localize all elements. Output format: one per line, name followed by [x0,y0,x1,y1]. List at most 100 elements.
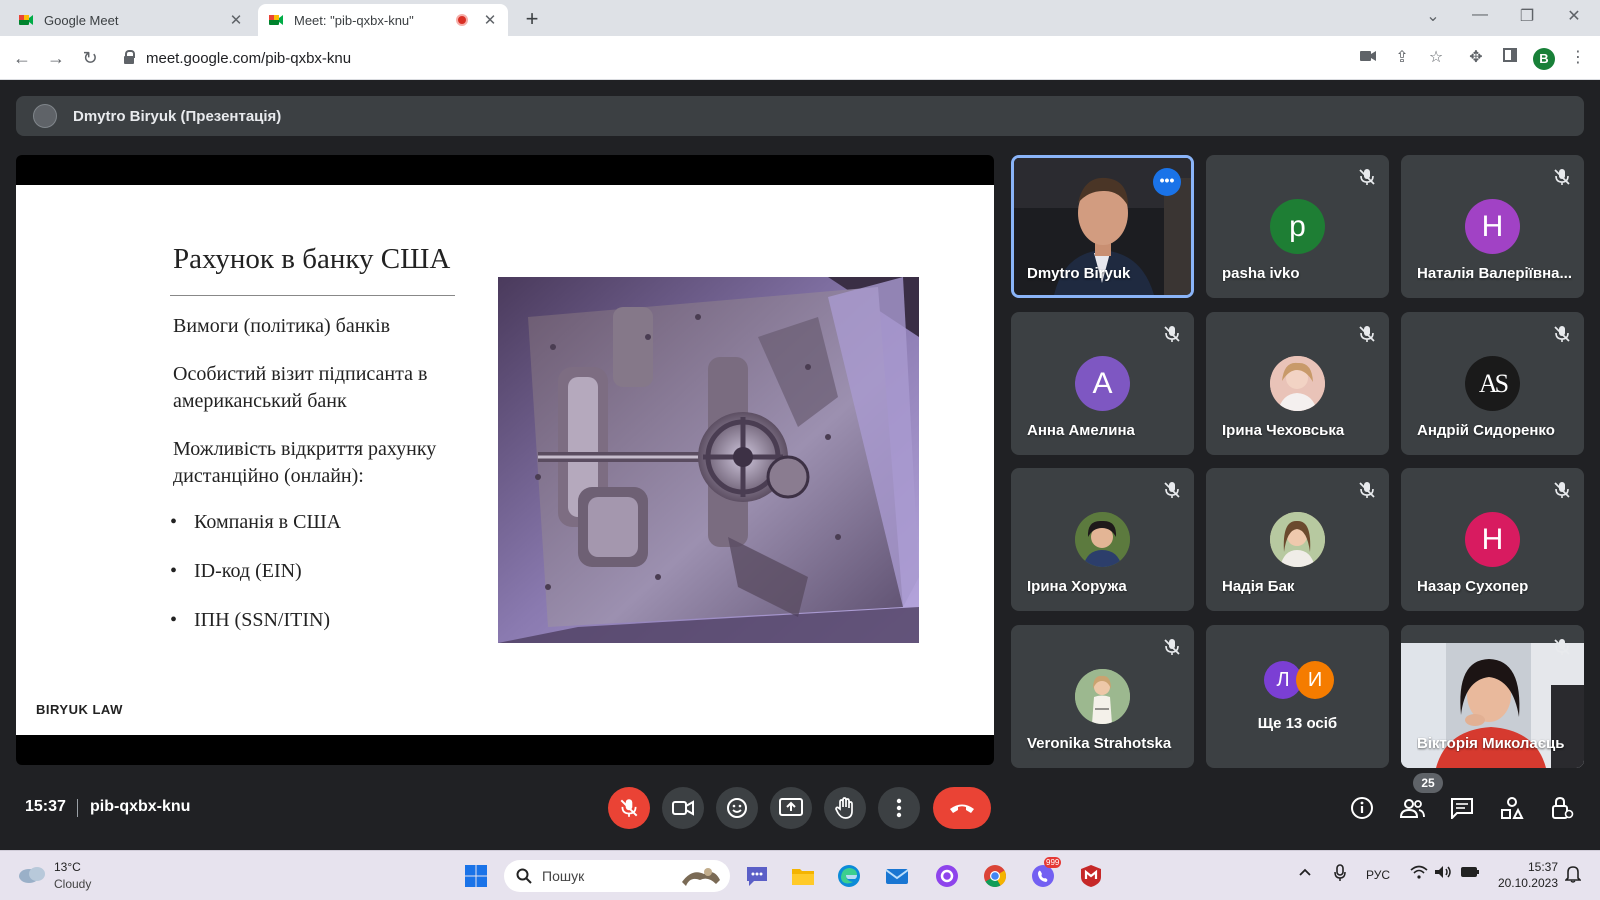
present-now-button[interactable] [770,787,812,829]
other-participants-avatars: Л И [1264,661,1334,699]
clock-date: 20.10.2023 [1497,876,1558,890]
participant-name: Анна Амелина [1027,422,1135,439]
mail-icon[interactable] [884,863,910,889]
forward-arrow-icon[interactable]: → [44,46,68,70]
recording-indicator-icon [456,14,468,26]
participant-tile[interactable]: Надія Бак [1206,468,1389,611]
lock-icon [124,50,135,64]
presentation-header: Dmytro Biryuk (Презентація) [16,96,1584,136]
tab-google-meet[interactable]: Google Meet ✕ [8,4,254,36]
teams-chat-icon[interactable] [744,863,770,889]
host-controls-button[interactable] [1549,795,1575,821]
minimize-window-button[interactable]: — [1465,6,1495,24]
viber-icon[interactable]: 999 [1030,857,1062,889]
avatar [1075,669,1130,724]
activities-button[interactable] [1499,795,1525,821]
participant-tile[interactable]: AS Андрій Сидоренко [1401,312,1584,455]
url-omnibox[interactable]: meet.google.com/pib-qxbx-knu [112,42,1312,74]
mic-muted-icon [1162,637,1182,657]
mic-muted-icon [1552,167,1572,187]
slide-bullet-text: ІПН (SSN/ITIN) [194,609,331,631]
raise-hand-button[interactable] [824,787,866,829]
leave-call-button[interactable] [933,787,991,829]
close-tab-icon[interactable]: ✕ [482,11,498,29]
new-tab-button[interactable]: + [520,6,544,32]
input-language[interactable]: РУС [1366,868,1390,882]
microphone-in-use-icon[interactable] [1334,864,1346,885]
more-participants-label: Ще 13 осіб [1257,715,1338,732]
participant-count-badge: 25 [1413,773,1443,793]
browser-app-icon[interactable] [934,863,960,889]
chrome-icon[interactable] [982,863,1008,889]
participant-name: Наталія Валеріївна... [1417,265,1573,282]
battery-icon[interactable] [1460,866,1480,881]
hang-up-icon [950,804,974,813]
share-icon[interactable]: ⇪ [1390,46,1414,70]
slide-bullet: • Компанія в США [170,511,342,533]
tab-title: Meet: "pib-qxbx-knu" [294,12,414,28]
mic-muted-icon [1357,480,1377,500]
participant-tile[interactable]: Н Наталія Валеріївна... [1401,155,1584,298]
slide-bullet-text: Компанія в США [194,511,342,533]
slide-divider [170,295,455,296]
meeting-code: pib-qxbx-knu [90,798,191,815]
meeting-details-button[interactable] [1349,795,1375,821]
tab-title: Google Meet [44,12,119,28]
send-reaction-button[interactable] [716,787,758,829]
avatar [1075,512,1130,567]
extensions-puzzle-icon[interactable]: ✥ [1464,46,1488,70]
slide-bullet-text: ID-код (EIN) [194,560,302,582]
weather-temperature: 13°C [54,860,81,874]
taskbar-clock[interactable]: 15:37 20.10.2023 [1492,859,1558,891]
toggle-microphone-button[interactable] [608,787,650,829]
presentation-stage: Рахунок в банку США Вимоги (політика) ба… [16,155,994,765]
close-window-button[interactable]: ✕ [1559,6,1589,26]
notification-badge: 999 [1044,857,1062,868]
browser-menu-icon[interactable]: ⋮ [1566,46,1590,70]
mic-muted-icon [1552,324,1572,344]
volume-icon[interactable] [1434,865,1452,882]
file-explorer-icon[interactable] [790,863,816,889]
show-everyone-button[interactable] [1399,795,1425,821]
participant-tile[interactable]: ••• Dmytro Biryuk [1011,155,1194,298]
back-arrow-icon[interactable]: ← [10,46,34,70]
mcafee-shield-icon[interactable] [1078,863,1104,889]
bookmark-star-icon[interactable]: ☆ [1424,46,1448,70]
more-participants-tile[interactable]: Л И Ще 13 осіб [1206,625,1389,768]
bank-vault-door-image [498,277,919,643]
tab-search-icon[interactable]: ⌄ [1418,6,1448,26]
participant-tile[interactable]: А Анна Амелина [1011,312,1194,455]
close-tab-icon[interactable]: ✕ [228,11,244,29]
participant-tile[interactable]: p pasha ivko [1206,155,1389,298]
mic-muted-icon [1552,480,1572,500]
participant-tile[interactable]: Вікторія Миколаєць [1401,625,1584,768]
os-taskbar: 13°C Cloudy Пошук 999 РУС 15:37 20.10.20… [0,850,1600,900]
maximize-window-button[interactable]: ❐ [1512,6,1542,26]
toggle-camera-button[interactable] [662,787,704,829]
reload-icon[interactable]: ↻ [78,46,102,70]
more-options-icon[interactable]: ••• [1153,168,1181,196]
search-placeholder: Пошук [542,868,585,884]
host-lock-icon [1552,796,1574,819]
profile-avatar[interactable]: B [1533,48,1555,70]
cloud-weather-icon[interactable] [17,864,47,889]
slide-paragraph: Вимоги (політика) банків [173,315,391,337]
participant-tile[interactable]: Veronika Strahotska [1011,625,1194,768]
participant-tile[interactable]: Ірина Хоружа [1011,468,1194,611]
participant-tile[interactable]: Н Назар Сухопер [1401,468,1584,611]
edge-browser-icon[interactable] [836,863,862,889]
notifications-bell-icon[interactable] [1564,865,1582,886]
taskbar-search-input[interactable]: Пошук [504,860,730,892]
show-hidden-icons-chevron-icon[interactable] [1298,866,1312,880]
more-options-button[interactable] [878,787,920,829]
avatar: Н [1465,199,1520,254]
camera-in-use-icon[interactable] [1356,46,1380,70]
avatar [33,104,57,128]
wifi-icon[interactable] [1410,865,1428,882]
windows-start-icon[interactable] [464,864,488,893]
side-panel-icon[interactable] [1498,46,1522,70]
tab-meet-call[interactable]: Meet: "pib-qxbx-knu" ✕ [258,4,508,36]
participant-name: Veronika Strahotska [1027,735,1172,752]
participant-tile[interactable]: Ірина Чеховська [1206,312,1389,455]
chat-button[interactable] [1449,795,1475,821]
